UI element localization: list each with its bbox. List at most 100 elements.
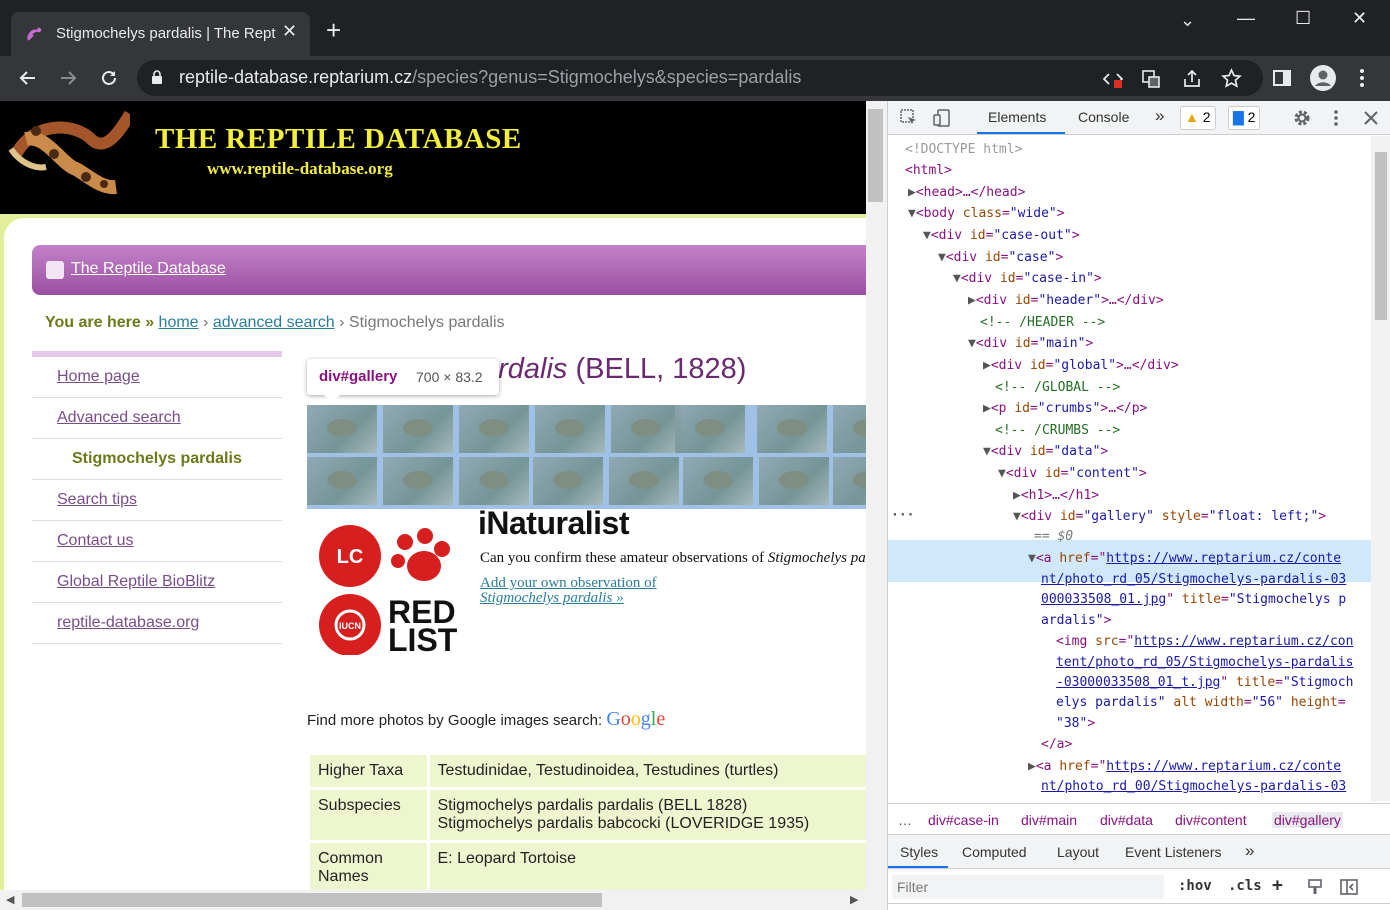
back-icon[interactable] — [18, 68, 38, 88]
tab-close-icon[interactable]: ✕ — [282, 21, 297, 42]
tab-elements[interactable]: Elements — [988, 109, 1046, 125]
dom-link[interactable]: https://www.reptarium.cz/conte — [1106, 551, 1341, 566]
dom-body[interactable]: ▼<body class="wide"> — [908, 204, 1065, 224]
gallery-thumbnail[interactable] — [675, 405, 745, 453]
gallery-thumbnail[interactable] — [307, 457, 377, 505]
close-window-icon[interactable]: ✕ — [1352, 8, 1367, 29]
crumb-home-link[interactable]: home — [159, 314, 199, 331]
devtools-menu-icon[interactable] — [1328, 108, 1344, 128]
scroll-right-icon[interactable]: ▶ — [850, 893, 858, 906]
inat-add-observation-link[interactable]: Add your own observation of Stigmochelys … — [480, 576, 657, 606]
dom-head[interactable]: ▶<head>…</head> — [908, 183, 1025, 203]
dom-link[interactable]: 000033508_01.jpg — [1041, 592, 1166, 607]
share-icon[interactable] — [1182, 69, 1202, 89]
node-options-ellipsis[interactable]: ··· — [891, 506, 914, 526]
scrollbar-thumb[interactable] — [868, 109, 883, 202]
gallery-thumbnail[interactable] — [459, 405, 529, 453]
sidenav-search-tips-link[interactable]: Search tips — [57, 491, 137, 508]
gallery-thumbnail[interactable] — [383, 405, 453, 453]
gallery-thumbnail[interactable] — [383, 457, 453, 505]
dom-link[interactable]: nt/photo_rd_05/Stigmochelys-pardalis-03 — [1041, 572, 1346, 587]
gallery-thumbnail[interactable] — [833, 405, 866, 453]
gallery-thumbnail[interactable] — [459, 457, 529, 505]
sidenav-site-link[interactable]: reptile-database.org — [57, 614, 199, 631]
browser-tab[interactable]: Stigmochelys pardalis | The Reptile Data… — [11, 12, 310, 56]
expand-triangle-icon[interactable]: ▶ — [908, 185, 916, 200]
tab-search-icon[interactable]: ⌄ — [1180, 10, 1195, 31]
expand-triangle-icon[interactable]: ▶ — [983, 401, 991, 416]
new-style-rule-icon[interactable]: + — [1272, 875, 1283, 896]
gallery-thumbnail[interactable] — [833, 457, 866, 505]
scroll-left-icon[interactable]: ◀ — [6, 893, 14, 906]
inaturalist-logo[interactable]: iNaturalist — [478, 505, 629, 542]
close-devtools-icon[interactable] — [1362, 109, 1380, 127]
maximize-icon[interactable]: ☐ — [1295, 8, 1311, 29]
collapse-triangle-icon[interactable]: ▼ — [998, 466, 1006, 481]
tab-computed[interactable]: Computed — [962, 844, 1027, 860]
dom-anchor[interactable]: ▼<a href="https://www.reptarium.cz/conte — [1028, 549, 1341, 569]
more-tabs-icon[interactable]: » — [1155, 106, 1164, 126]
page-vertical-scrollbar[interactable] — [866, 101, 887, 890]
menu-kebab-icon[interactable] — [1352, 68, 1372, 88]
scrollbar-thumb[interactable] — [22, 893, 602, 907]
expand-triangle-icon[interactable]: ▶ — [1028, 759, 1036, 774]
sidenav-item[interactable]: Contact us — [32, 521, 282, 562]
dom-link[interactable]: https://www.reptarium.cz/conte — [1106, 759, 1341, 774]
sidenav-contact-link[interactable]: Contact us — [57, 532, 133, 549]
dom-scrollbar[interactable] — [1371, 136, 1390, 801]
site-nav-link[interactable]: The Reptile Database — [71, 260, 226, 278]
sidenav-item[interactable]: Global Reptile BioBlitz — [32, 562, 282, 603]
dom-link[interactable]: tent/photo_rd_05/Stigmochelys-pardalis — [1056, 655, 1353, 670]
messages-badge[interactable]: ▇ 2 — [1228, 106, 1261, 130]
gallery-thumbnail[interactable] — [307, 405, 377, 453]
dom-data[interactable]: ▼<div id="data"> — [983, 442, 1108, 462]
collapse-triangle-icon[interactable]: ▼ — [953, 271, 961, 286]
scrollbar-thumb[interactable] — [1375, 152, 1387, 320]
breadcrumb-case-in[interactable]: div#case-in — [928, 812, 999, 828]
dom-main[interactable]: ▼<div id="main"> — [968, 334, 1093, 354]
iucn-redlist-logo[interactable]: LC IUCN RED LIST — [318, 521, 464, 655]
tab-event-listeners[interactable]: Event Listeners — [1125, 844, 1222, 860]
new-tab-button[interactable]: + — [326, 17, 341, 43]
dom-img[interactable]: <img src="https://www.reptarium.cz/con — [1056, 632, 1353, 652]
dom-link[interactable]: nt/photo_rd_00/Stigmochelys-pardalis-03 — [1041, 779, 1346, 794]
dom-case-out[interactable]: ▼<div id="case-out"> — [923, 226, 1080, 246]
collapse-triangle-icon[interactable]: ▼ — [908, 206, 916, 221]
dom-anchor[interactable]: ▶<a href="https://www.reptarium.cz/conte — [1028, 757, 1341, 777]
sidenav-item[interactable]: Advanced search — [32, 398, 282, 439]
tab-styles[interactable]: Styles — [900, 844, 938, 860]
dom-gallery[interactable]: ▼<div id="gallery" style="float: left;"> — [1013, 507, 1326, 527]
collapse-triangle-icon[interactable]: ▼ — [1013, 509, 1021, 524]
sidenav-item[interactable]: Home page — [32, 357, 282, 398]
collapse-triangle-icon[interactable]: ▼ — [1028, 551, 1036, 566]
gallery-thumbnail[interactable] — [683, 457, 753, 505]
code-blocked-icon[interactable] — [1103, 69, 1123, 89]
bookmark-star-icon[interactable] — [1221, 68, 1242, 89]
collapse-triangle-icon[interactable]: ▼ — [983, 444, 991, 459]
dom-comment[interactable]: <!-- /CRUMBS --> — [995, 421, 1120, 441]
breadcrumb-gallery[interactable]: div#gallery — [1272, 812, 1343, 828]
expand-triangle-icon[interactable]: ▶ — [968, 293, 976, 308]
crumb-advanced-link[interactable]: advanced search — [213, 314, 335, 331]
dom-html[interactable]: <html> — [905, 161, 952, 181]
breadcrumb-overflow[interactable]: … — [898, 812, 912, 828]
forward-icon[interactable] — [58, 68, 78, 88]
dom-link[interactable]: https://www.reptarium.cz/con — [1134, 634, 1353, 649]
breadcrumb-data[interactable]: div#data — [1100, 812, 1153, 828]
more-style-tabs-icon[interactable]: » — [1245, 841, 1254, 861]
breadcrumb-main[interactable]: div#main — [1021, 812, 1077, 828]
hover-state-toggle[interactable]: :hov — [1178, 878, 1212, 894]
sidenav-advanced-search-link[interactable]: Advanced search — [57, 409, 181, 426]
dom-case[interactable]: ▼<div id="case"> — [938, 248, 1063, 268]
collapse-triangle-icon[interactable]: ▼ — [968, 336, 976, 351]
collapse-triangle-icon[interactable]: ▼ — [938, 250, 946, 265]
minimize-icon[interactable]: — — [1237, 8, 1255, 29]
side-panel-icon[interactable] — [1272, 68, 1292, 88]
collapse-triangle-icon[interactable]: ▼ — [923, 228, 931, 243]
dom-comment[interactable]: <!-- /GLOBAL --> — [995, 378, 1120, 398]
google-logo[interactable]: Google — [606, 708, 665, 730]
dom-link[interactable]: -03000033508_01_t.jpg — [1056, 675, 1220, 690]
sidenav-item[interactable]: reptile-database.org — [32, 603, 282, 644]
translate-icon[interactable] — [1141, 69, 1161, 89]
dom-comment[interactable]: <!-- /HEADER --> — [980, 313, 1105, 333]
